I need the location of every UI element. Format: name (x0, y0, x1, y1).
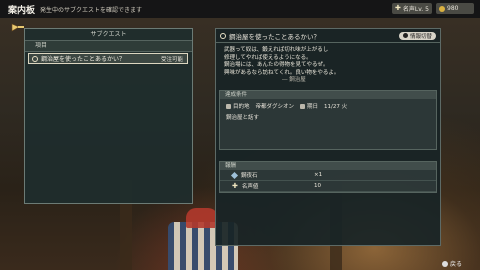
list-header: サブクエスト (25, 29, 192, 41)
back-label: 戻る (450, 261, 463, 268)
reward-qty: 10 (314, 183, 321, 189)
gold-indicator: 980 (436, 3, 474, 14)
top-bar: 案内板 発生中のサブクエストを確認できます ✚ 名声Lv. 5 980 (0, 0, 480, 18)
quest-detail-panel: 鋼治屋を使ったことあるかい？ 情報切替 武器って奴は、鍛えれば切れ味が上がるし … (215, 28, 441, 246)
hand-cursor-icon (11, 23, 24, 32)
quest-description: 武器って奴は、鍛えれば切れ味が上がるし 修理してやれば使えるようになる。 鋼治場… (216, 43, 440, 85)
gem-icon (230, 171, 239, 179)
controller-button-icon (442, 260, 448, 267)
quest-list-item[interactable]: 鋼治屋を使ったことあるかい？ 受注可能 (28, 53, 188, 64)
condition-text: 鋼治屋と話す (226, 115, 260, 121)
detail-header: 鋼治屋を使ったことあるかい？ 情報切替 (216, 29, 440, 43)
date-label: 期日 (307, 104, 319, 110)
detail-title: 鋼治屋を使ったことあるかい？ (229, 32, 320, 41)
destination-value: 帝都ダグシオン (255, 104, 295, 110)
conditions-section: 達成条件 目的地 帝都ダグシオン 期日 11/27 火 鋼治屋と話す (219, 90, 437, 150)
conditions-header: 達成条件 (220, 91, 436, 99)
quest-giver: ― 鋼治屋 (282, 77, 306, 83)
reward-name: 鋼夜石 (241, 173, 258, 179)
list-column-label: 項目 (25, 41, 192, 52)
date-value: 11/27 火 (324, 104, 348, 110)
fame-level-indicator: ✚ 名声Lv. 5 (392, 3, 432, 14)
back-button[interactable]: 戻る (442, 259, 462, 268)
plus-icon: ✚ (232, 181, 238, 190)
reward-qty: ×1 (314, 172, 323, 178)
quest-title: 鋼治屋を使ったことあるかい？ (41, 56, 126, 63)
page-subtitle: 発生中のサブクエストを確認できます (40, 7, 143, 14)
condition-row: 目的地 帝都ダグシオン 期日 11/27 火 (220, 99, 436, 113)
info-toggle-label: 情報切替 (409, 33, 432, 40)
fame-level-label: 名声Lv. 5 (402, 6, 429, 13)
controller-button-icon (402, 33, 408, 38)
calendar-icon (300, 103, 306, 109)
description-line: 修理してやれば使えるようになる。 (224, 54, 312, 61)
description-line: 興味があるなら訪ねてくれ。良い物をやるよ。 (224, 69, 340, 76)
gold-value: 980 (447, 5, 459, 12)
rewards-section: 報酬 鋼夜石 ×1 ✚ 名声値 10 (219, 161, 437, 193)
rewards-header: 報酬 (220, 162, 436, 170)
quest-marker-icon (220, 32, 226, 39)
description-line: 武器って奴は、鍛えれば切れ味が上がるし (224, 47, 329, 53)
quest-status: 受注可能 (160, 56, 183, 63)
quest-marker-icon (32, 55, 38, 62)
info-toggle-button[interactable]: 情報切替 (398, 31, 436, 40)
reward-row: 鋼夜石 ×1 (220, 170, 436, 181)
reward-name: 名声値 (241, 184, 259, 190)
destination-label: 目的地 (233, 104, 250, 110)
page-title: 案内板 (8, 6, 36, 16)
location-icon (226, 103, 231, 109)
reward-row: ✚ 名声値 10 (220, 181, 436, 192)
plus-icon: ✚ (395, 4, 401, 12)
subquest-list-panel: サブクエスト 項目 鋼治屋を使ったことあるかい？ 受注可能 (24, 28, 193, 204)
background-character-head (186, 208, 218, 228)
coin-icon (439, 5, 445, 12)
description-line: 鋼治場には、あんたの得物を見てやるぜ。 (224, 62, 329, 68)
